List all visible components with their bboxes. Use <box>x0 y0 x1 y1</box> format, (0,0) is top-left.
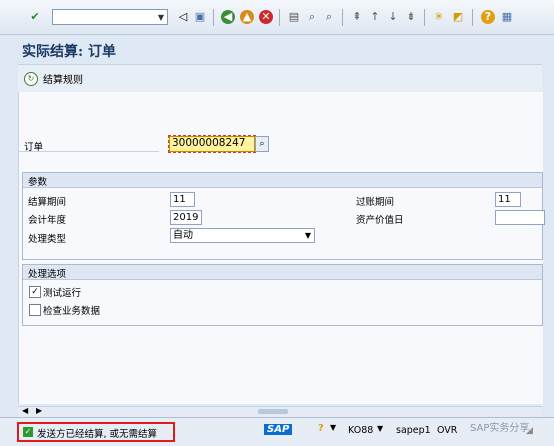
success-icon: ✓ <box>23 427 33 437</box>
execute-icon: ↻ <box>24 71 38 86</box>
server-name: sapep1 <box>396 425 431 436</box>
check-transaction-data-checkbox[interactable] <box>29 304 41 316</box>
settlement-period-label: 结算期间 <box>28 197 67 208</box>
layout-icon[interactable]: ▦ <box>500 10 514 24</box>
back-icon[interactable]: ◀ <box>221 10 235 24</box>
posting-period-label: 过账期间 <box>356 197 395 208</box>
posting-period-input[interactable]: 11 <box>495 192 521 207</box>
resize-grip-icon: ◢ <box>526 426 533 436</box>
parameters-group-title: 参数 <box>28 177 48 188</box>
new-session-icon[interactable]: ✳ <box>432 10 446 24</box>
processing-type-select[interactable]: 自动 ▼ <box>170 228 315 243</box>
order-underline <box>19 151 159 152</box>
page-title: 实际结算: 订单 <box>22 44 117 60</box>
main-screen: 订单 30000008247 ⌕ 参数 结算期间 11 过账期间 11 会计年度… <box>18 92 545 404</box>
system-info-icon[interactable]: ? <box>318 423 324 434</box>
order-input[interactable]: 30000008247 <box>168 135 256 153</box>
watermark: SAP实务分享 <box>470 423 530 434</box>
asset-value-date-label: 资产价值日 <box>356 215 404 226</box>
title-bar: 实际结算: 订单 <box>18 36 542 64</box>
enter-check-icon[interactable]: ✔ <box>28 10 42 24</box>
horizontal-scrollbar[interactable]: ◀ ▶ <box>18 406 542 417</box>
transaction-code: KO88 <box>348 425 374 436</box>
chevron-down-icon[interactable]: ▼ <box>305 229 311 242</box>
status-message-highlight: ✓ 发送方已经结算, 或无需结算 <box>17 422 175 442</box>
parameters-group-header: 参数 <box>23 173 542 188</box>
cancel-icon[interactable]: ✕ <box>259 10 273 24</box>
toolbar-separator <box>342 9 343 26</box>
toolbar-separator <box>279 9 280 26</box>
toolbar-separator <box>213 9 214 26</box>
last-page-icon[interactable]: ⇟ <box>404 10 418 24</box>
toolbar-separator <box>472 9 473 26</box>
asset-value-date-input[interactable] <box>495 210 545 225</box>
status-message[interactable]: 发送方已经结算, 或无需结算 <box>37 426 157 440</box>
first-page-icon[interactable]: ⇞ <box>350 10 364 24</box>
prev-page-icon[interactable]: ↑ <box>368 10 382 24</box>
chevron-down-icon[interactable]: ▼ <box>158 13 164 22</box>
application-toolbar: ↻ 结算规则 <box>18 64 542 93</box>
status-bar: ✓ 发送方已经结算, 或无需结算 SAP ? ▼ KO88 ▼ sapep1 O… <box>0 417 554 446</box>
processing-type-value: 自动 <box>173 230 193 241</box>
system-toolbar: ✔ ▼ ◁ ▣ ◀ ▲ ✕ ▤ ⌕ ⌕ ⇞ ↑ ↓ ⇟ ✳ ◩ ? ▦ <box>0 0 554 35</box>
fiscal-year-input[interactable]: 2019 <box>170 210 202 225</box>
save-icon[interactable]: ▣ <box>193 10 207 24</box>
scroll-left-icon[interactable]: ◀ <box>22 406 28 415</box>
settlement-rules-label: 结算规则 <box>43 75 83 86</box>
next-page-icon[interactable]: ↓ <box>386 10 400 24</box>
settlement-period-input[interactable]: 11 <box>170 192 195 207</box>
chevron-down-icon[interactable]: ▼ <box>377 424 383 433</box>
insert-mode: OVR <box>437 425 458 436</box>
processing-options-header: 处理选项 <box>23 265 542 280</box>
sap-logo: SAP <box>264 424 293 435</box>
find-next-icon[interactable]: ⌕ <box>322 10 336 24</box>
toolbar-separator <box>424 9 425 26</box>
chevron-down-icon[interactable]: ▼ <box>330 423 336 432</box>
scroll-thumb[interactable] <box>258 409 288 414</box>
test-run-checkbox[interactable]: ✓ <box>29 286 41 298</box>
processing-options-group: 处理选项 ✓ 测试运行 检查业务数据 <box>22 264 543 326</box>
check-transaction-data-label: 检查业务数据 <box>43 306 101 317</box>
processing-options-title: 处理选项 <box>28 269 67 280</box>
fiscal-year-label: 会计年度 <box>28 215 67 226</box>
collapse-left-icon[interactable]: ◁ <box>176 10 190 24</box>
find-icon[interactable]: ⌕ <box>305 10 319 24</box>
processing-type-label: 处理类型 <box>28 234 67 245</box>
help-icon[interactable]: ? <box>481 10 495 24</box>
exit-icon[interactable]: ▲ <box>240 10 254 24</box>
print-icon[interactable]: ▤ <box>287 10 301 24</box>
command-field[interactable]: ▼ <box>52 9 168 25</box>
scroll-right-icon[interactable]: ▶ <box>36 406 42 415</box>
shortcut-icon[interactable]: ◩ <box>451 10 465 24</box>
settlement-rules-button[interactable]: ↻ 结算规则 <box>24 71 83 86</box>
parameters-group: 参数 结算期间 11 过账期间 11 会计年度 2019 资产价值日 处理类型 … <box>22 172 545 260</box>
search-help-icon[interactable]: ⌕ <box>255 136 269 152</box>
test-run-label: 测试运行 <box>43 288 82 299</box>
